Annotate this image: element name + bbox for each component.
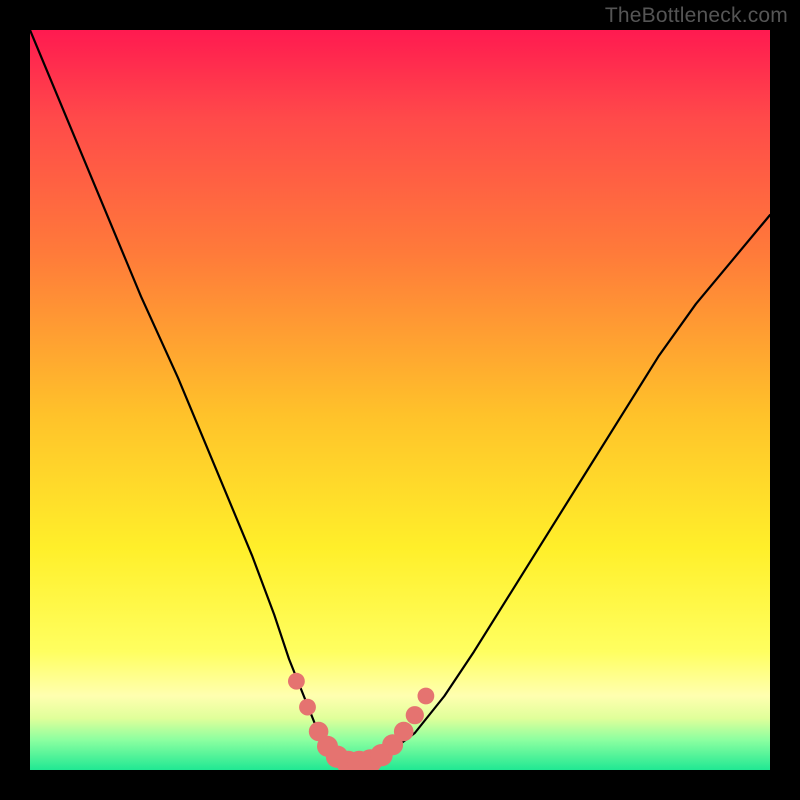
curve-marker bbox=[418, 688, 435, 705]
plot-area bbox=[30, 30, 770, 770]
curve-marker bbox=[299, 699, 316, 716]
curve-marker bbox=[406, 706, 424, 724]
watermark-text: TheBottleneck.com bbox=[605, 4, 788, 28]
chart-frame: TheBottleneck.com bbox=[0, 0, 800, 800]
chart-svg bbox=[30, 30, 770, 770]
curve-marker bbox=[394, 722, 414, 742]
curve-marker bbox=[288, 673, 305, 690]
curve-markers bbox=[288, 673, 434, 770]
bottleneck-curve bbox=[30, 30, 770, 763]
